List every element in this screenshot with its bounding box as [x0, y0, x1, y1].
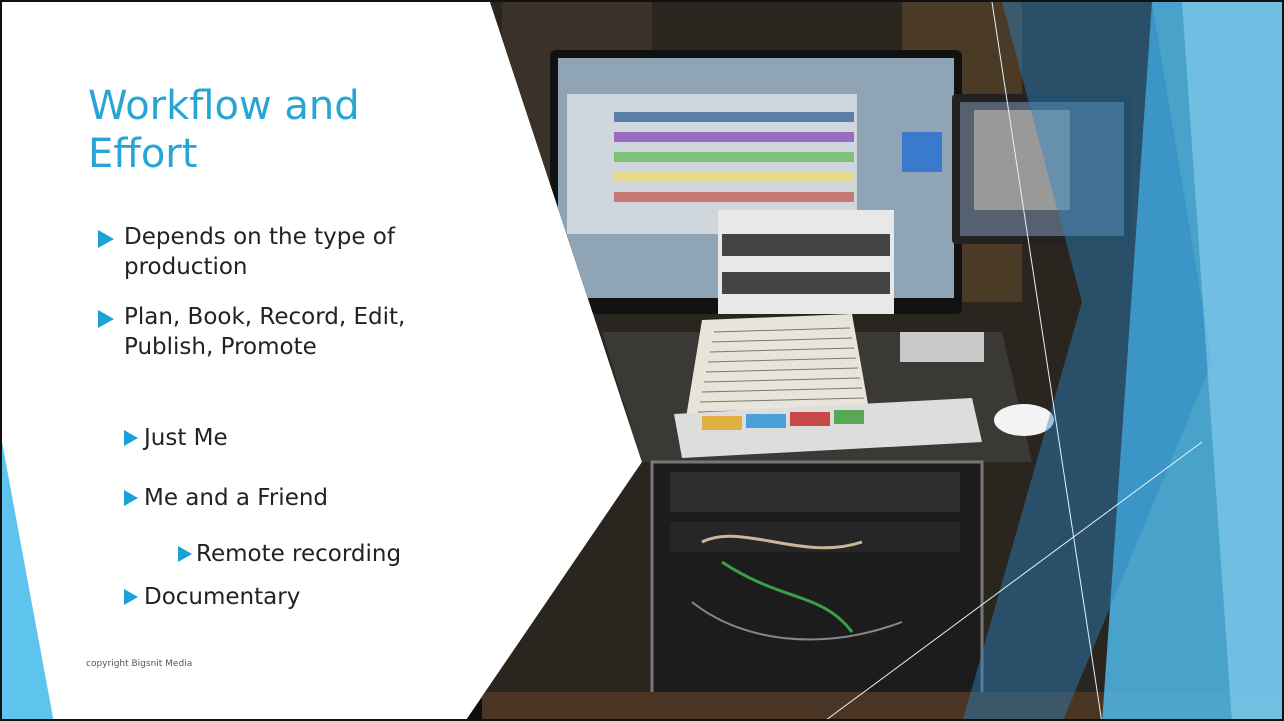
- footer-copyright: copyright Bigsnit Media: [86, 659, 193, 669]
- bullet-marker-icon: [124, 430, 138, 446]
- slide: Workflow and Effort Depends on the type …: [0, 0, 1284, 721]
- bullet-marker-icon: [124, 490, 138, 506]
- bullet-marker-icon: [98, 230, 114, 248]
- bullet-item: Documentary: [144, 584, 301, 610]
- bullet-item: Me and a Friend: [144, 485, 329, 511]
- bullet-item: Plan, Book, Record, Edit, Publish, Promo…: [124, 304, 406, 360]
- bullet-item: Remote recording: [196, 541, 402, 567]
- bullet-marker-icon: [98, 310, 114, 328]
- bullet-marker-icon: [178, 546, 192, 562]
- bullet-item: Depends on the type of production: [124, 224, 395, 280]
- left-accent-facet: [2, 442, 54, 719]
- bullet-marker-icon: [124, 589, 138, 605]
- slide-title: Workflow and Effort: [88, 83, 360, 177]
- bullet-item: Just Me: [144, 425, 228, 451]
